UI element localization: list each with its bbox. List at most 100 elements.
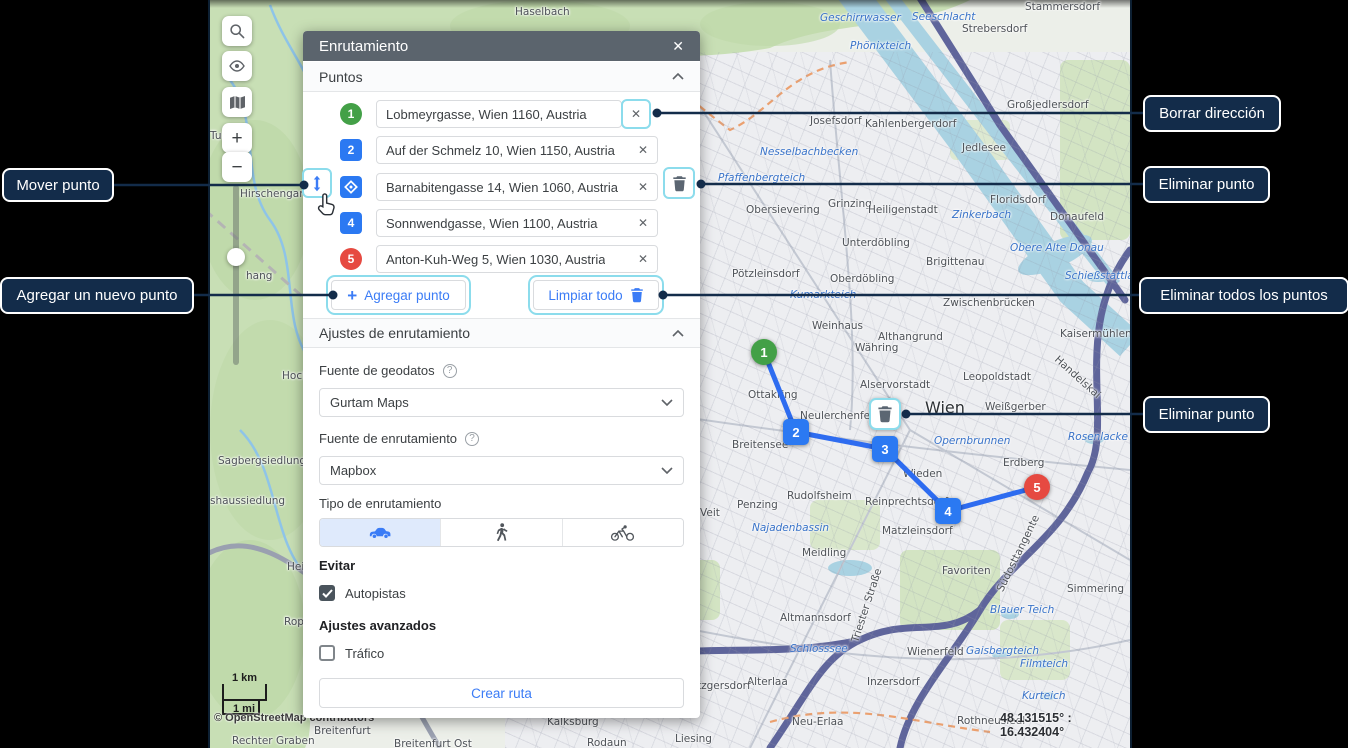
zoom-out-button[interactable]: − [222, 152, 252, 182]
create-route-label: Crear ruta [471, 686, 532, 701]
route-marker-3[interactable]: 3 [872, 436, 898, 462]
chevron-up-icon[interactable] [672, 330, 684, 337]
waypoint-badge-4: 4 [340, 212, 362, 234]
chevron-down-icon [661, 399, 673, 406]
trash-icon [877, 405, 893, 423]
avoid-highways-checkbox-row[interactable]: Autopistas [319, 585, 406, 601]
settings-section-header[interactable]: Ajustes de enrutamiento [303, 318, 700, 348]
clear-all-label: Limpiar todo [548, 288, 622, 303]
locate-icon [344, 180, 358, 194]
waypoint-address-field-2[interactable]: Auf der Schmelz 10, Wien 1150, Austria ✕ [376, 136, 658, 164]
bicycle-icon [610, 525, 635, 541]
chevron-up-icon[interactable] [672, 73, 684, 80]
close-button[interactable]: ✕ [672, 39, 684, 53]
traffic-label: Tráfico [345, 646, 384, 661]
waypoint-address-text: Sonnwendgasse, Wien 1100, Austria [386, 216, 598, 231]
geodata-source-select[interactable]: Gurtam Maps [319, 388, 684, 417]
layers-button[interactable] [222, 87, 252, 117]
routing-source-label: Fuente de enrutamiento ? [319, 431, 479, 446]
scale-km-label: 1 km [232, 672, 257, 684]
points-section-title: Puntos [319, 69, 363, 85]
waypoint-badge-2: 2 [340, 139, 362, 161]
waypoint-row-5: 5 Anton-Kuh-Weg 5, Wien 1030, Austria ✕ [303, 245, 700, 275]
waypoint-badge-1: 1 [340, 103, 362, 125]
check-icon [322, 589, 333, 598]
eye-icon [229, 60, 245, 72]
clear-all-button-highlighted[interactable]: Limpiar todo [533, 280, 659, 310]
checkbox-checked[interactable] [319, 585, 335, 601]
waypoint-address-text: Lobmeyrgasse, Wien 1160, Austria [386, 107, 587, 122]
waypoint-badge-5: 5 [340, 248, 362, 270]
waypoint-row-4: 4 Sonnwendgasse, Wien 1100, Austria ✕ [303, 209, 700, 239]
callout-delete-all-points: Eliminar todos los puntos [1139, 277, 1348, 314]
waypoint-address-field-5[interactable]: Anton-Kuh-Weg 5, Wien 1030, Austria ✕ [376, 245, 658, 273]
geodata-source-value: Gurtam Maps [330, 395, 409, 410]
advanced-settings-label: Ajustes avanzados [319, 618, 436, 633]
plus-icon: + [347, 287, 357, 304]
route-marker-4[interactable]: 4 [935, 498, 961, 524]
callout-delete-point-map: Eliminar punto [1143, 396, 1270, 433]
add-point-button-highlighted[interactable]: + Agregar punto [331, 280, 466, 310]
avoid-highways-label: Autopistas [345, 586, 406, 601]
geodata-source-text: Fuente de geodatos [319, 363, 435, 378]
waypoint-row-1: 1 Lobmeyrgasse, Wien 1160, Austria ✕ [303, 100, 700, 130]
trash-icon [672, 175, 687, 192]
map-layers-icon [229, 95, 246, 110]
waypoint-row-2: 2 Auf der Schmelz 10, Wien 1150, Austria… [303, 136, 700, 166]
zoom-slider-track[interactable] [233, 185, 239, 365]
checkbox-unchecked[interactable] [319, 645, 335, 661]
route-type-text: Tipo de enrutamiento [319, 496, 441, 511]
route-marker-2[interactable]: 2 [783, 419, 809, 445]
search-button[interactable] [222, 16, 252, 46]
waypoint-address-field-3[interactable]: Barnabitengasse 14, Wien 1060, Austria ✕ [376, 173, 658, 201]
routing-source-value: Mapbox [330, 463, 376, 478]
route-marker-5[interactable]: 5 [1024, 474, 1050, 500]
clear-address-icon[interactable]: ✕ [632, 180, 648, 194]
route-type-walk[interactable] [441, 519, 562, 546]
visibility-button[interactable] [222, 51, 252, 81]
screenshot-root: HaselbachGeschirrwasserSeeschlachtStamme… [0, 0, 1348, 748]
route-type-label: Tipo de enrutamiento [319, 496, 441, 511]
car-icon [368, 526, 392, 539]
avoid-label: Evitar [319, 558, 355, 573]
waypoint-badge-3-locate [340, 176, 362, 198]
route-type-segmented-control [319, 518, 684, 547]
clear-address-icon[interactable]: ✕ [632, 252, 648, 266]
waypoint-address-text: Auf der Schmelz 10, Wien 1150, Austria [386, 143, 615, 158]
settings-section-title: Ajustes de enrutamiento [319, 325, 470, 341]
geodata-source-label: Fuente de geodatos ? [319, 363, 457, 378]
chevron-down-icon [661, 467, 673, 474]
zoom-slider-handle[interactable] [227, 248, 245, 266]
add-point-label: Agregar punto [364, 288, 450, 303]
zoom-in-button[interactable]: + [222, 123, 252, 153]
routing-panel: Enrutamiento ✕ Puntos 1 Lobmeyrgasse, Wi… [303, 31, 700, 718]
callout-clear-address: Borrar dirección [1143, 95, 1281, 132]
panel-title: Enrutamiento [319, 38, 408, 55]
clear-address-button-highlighted[interactable]: ✕ [621, 99, 651, 129]
hand-cursor [317, 192, 339, 219]
route-marker-1[interactable]: 1 [751, 339, 777, 365]
clear-address-icon[interactable]: ✕ [632, 143, 648, 157]
traffic-checkbox-row[interactable]: Tráfico [319, 645, 384, 661]
routing-source-select[interactable]: Mapbox [319, 456, 684, 485]
waypoint-address-text: Anton-Kuh-Weg 5, Wien 1030, Austria [386, 252, 605, 267]
callout-delete-point: Eliminar punto [1143, 166, 1270, 203]
delete-point-button-highlighted[interactable] [663, 167, 695, 199]
route-type-car-selected[interactable] [320, 519, 441, 546]
callout-add-new-point: Agregar un nuevo punto [0, 277, 194, 314]
points-section-header[interactable]: Puntos [303, 62, 700, 92]
route-type-bike[interactable] [563, 519, 683, 546]
waypoint-address-field-1[interactable]: Lobmeyrgasse, Wien 1160, Austria [376, 100, 622, 128]
help-icon[interactable]: ? [465, 432, 479, 446]
waypoint-address-field-4[interactable]: Sonnwendgasse, Wien 1100, Austria ✕ [376, 209, 658, 237]
waypoint-address-text: Barnabitengasse 14, Wien 1060, Austria [386, 180, 618, 195]
map-delete-point-button[interactable] [869, 398, 901, 430]
pedestrian-icon [495, 523, 508, 543]
create-route-button[interactable]: Crear ruta [319, 678, 684, 708]
callout-move-point: Mover punto [2, 168, 114, 202]
trash-icon [630, 287, 644, 303]
help-icon[interactable]: ? [443, 364, 457, 378]
panel-header: Enrutamiento ✕ [303, 31, 700, 61]
search-icon [229, 23, 245, 39]
clear-address-icon[interactable]: ✕ [632, 216, 648, 230]
